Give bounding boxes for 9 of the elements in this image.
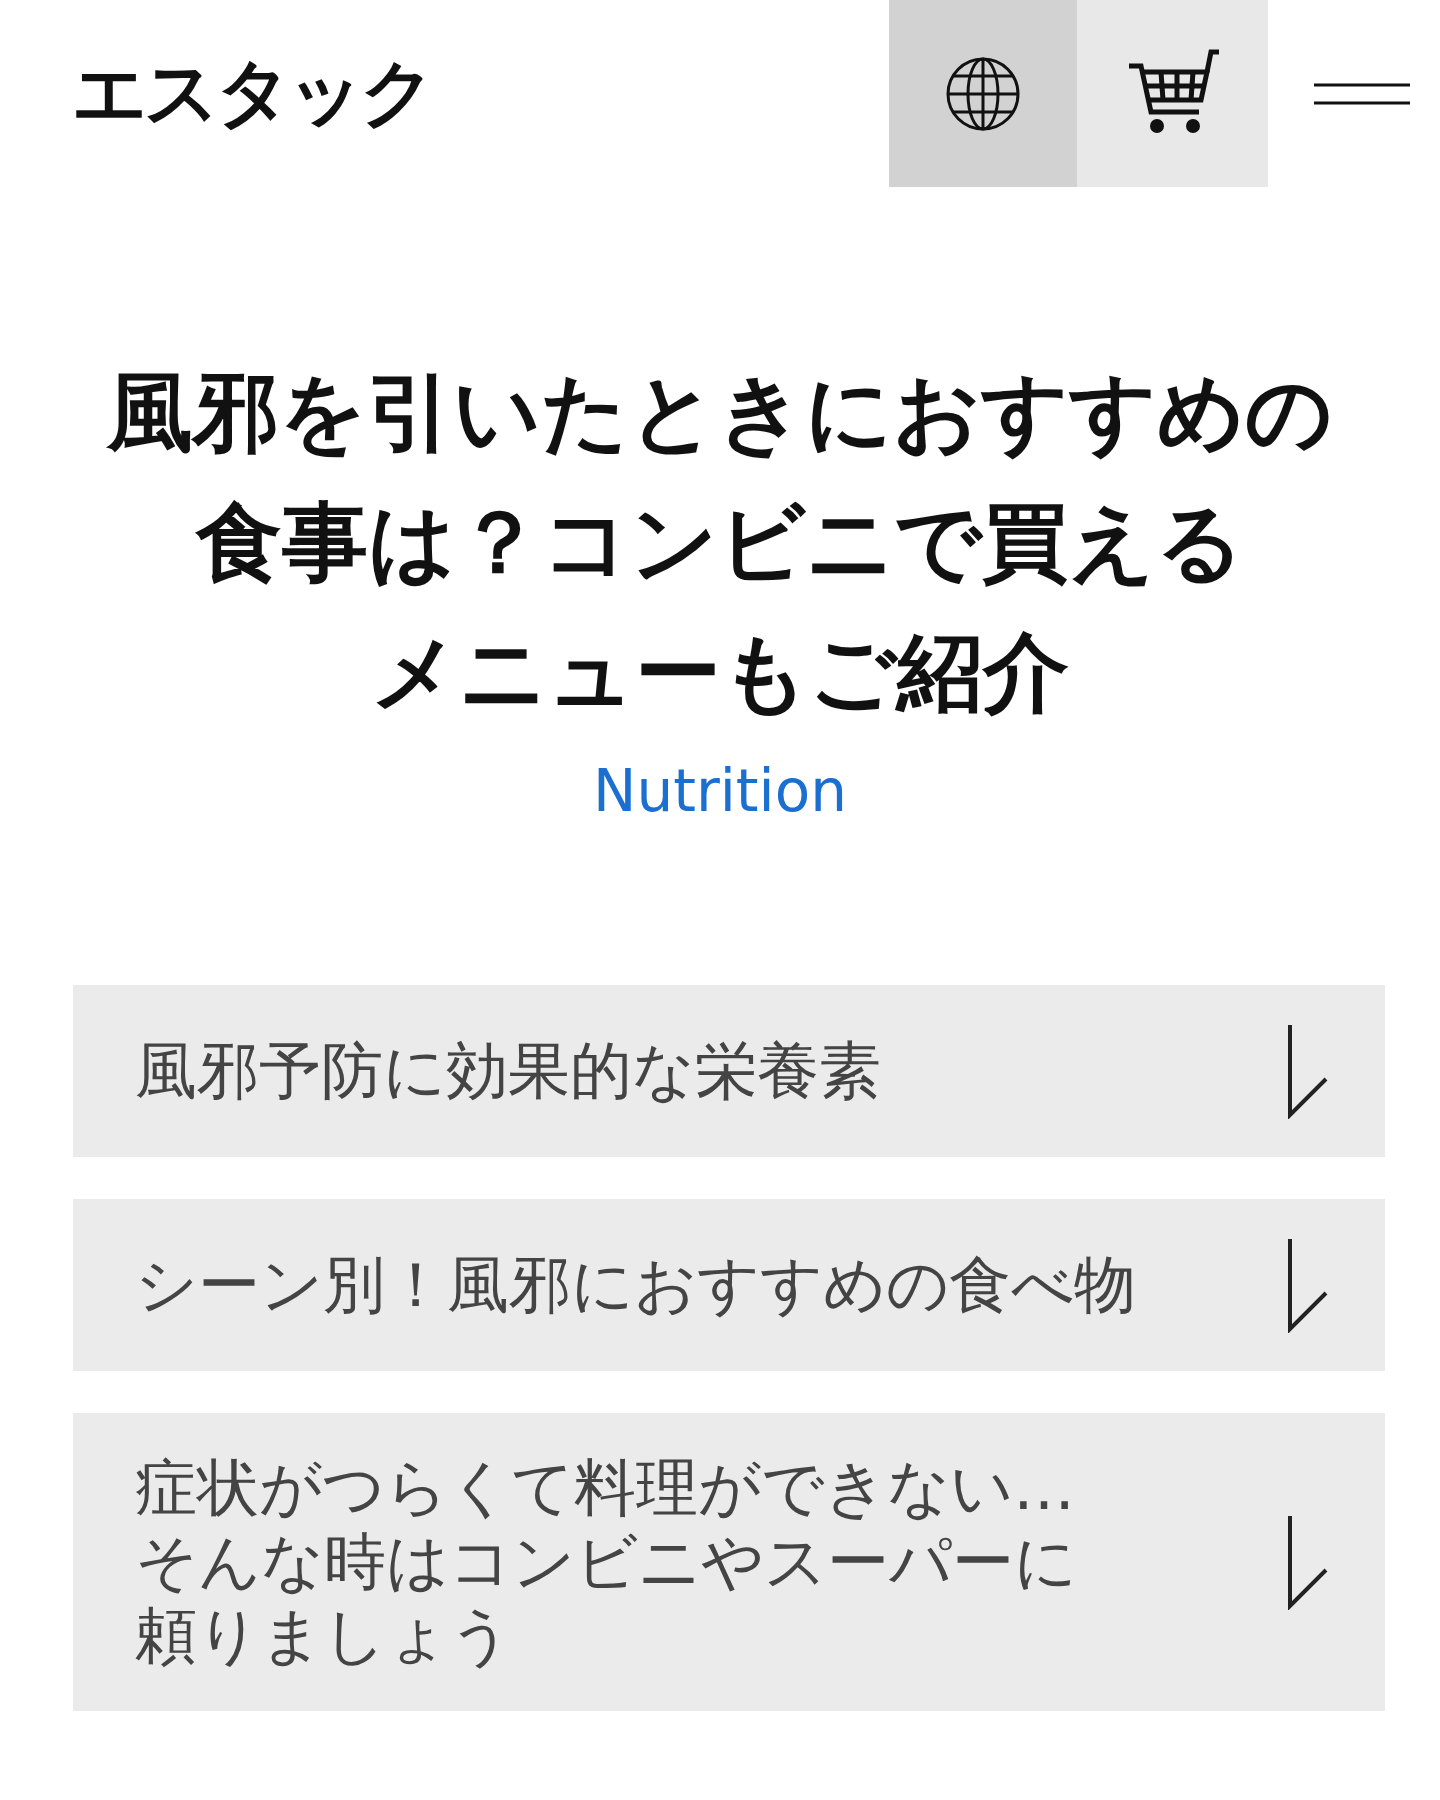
globe-icon — [945, 55, 1021, 132]
language-button[interactable] — [889, 0, 1077, 187]
section-link[interactable]: 風邪予防に効果的な栄養素 — [73, 985, 1385, 1157]
section-link[interactable]: 症状がつらくて料理ができない… そんな時はコンビニやスーパーに 頼りましょう — [73, 1413, 1385, 1711]
cart-button[interactable] — [1077, 0, 1268, 187]
site-logo[interactable]: エスタック — [72, 52, 889, 134]
category-link[interactable]: Nutrition — [593, 757, 847, 825]
section-link[interactable]: シーン別！風邪におすすめの食べ物 — [73, 1199, 1385, 1371]
article-title: 風邪を引いたときにおすすめの 食事は？コンビニで買える メニューもご紹介 — [105, 361, 1334, 724]
